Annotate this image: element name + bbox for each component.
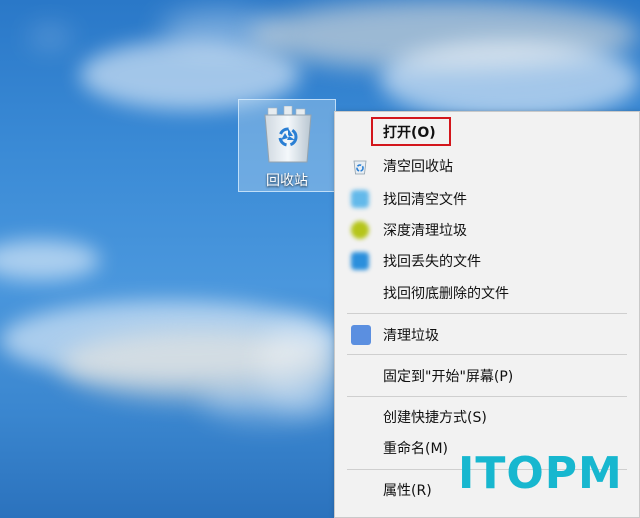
recycle-small-icon <box>353 160 367 175</box>
recycle-bin-label: 回收站 <box>266 173 308 189</box>
menu-item-recover-emptied-files[interactable]: 找回清空文件 <box>337 185 637 213</box>
menu-item-label: 打开(O) <box>383 125 436 141</box>
cloud <box>30 30 70 44</box>
menu-item-pin-to-start[interactable]: 固定到"开始"屏幕(P) <box>337 362 637 390</box>
menu-item-label: 深度清理垃圾 <box>383 223 467 239</box>
recycle-bin-desktop-icon[interactable]: 回收站 <box>238 99 336 192</box>
menu-item-label: 找回清空文件 <box>383 192 467 208</box>
menu-item-clean-junk[interactable]: 清理垃圾 <box>337 321 637 349</box>
menu-separator <box>347 313 627 314</box>
menu-item-recover-lost-files[interactable]: 找回丢失的文件 <box>337 247 637 275</box>
menu-item-deep-clean[interactable]: 深度清理垃圾 <box>337 216 637 244</box>
cloud <box>380 40 640 120</box>
cloud <box>0 240 100 280</box>
menu-item-open[interactable]: 打开(O) <box>337 118 637 146</box>
menu-separator <box>347 354 627 355</box>
menu-separator <box>347 396 627 397</box>
menu-item-create-shortcut[interactable]: 创建快捷方式(S) <box>337 403 637 431</box>
menu-item-label: 属性(R) <box>383 483 432 499</box>
app-blurred-icon <box>351 190 369 208</box>
app-blurred-icon <box>351 252 369 270</box>
menu-item-label: 固定到"开始"屏幕(P) <box>383 369 514 385</box>
cloud <box>260 320 340 410</box>
menu-item-label: 重命名(M) <box>383 441 449 457</box>
menu-item-label: 清理垃圾 <box>383 328 439 344</box>
menu-item-recover-deleted-files[interactable]: 找回彻底删除的文件 <box>337 279 637 307</box>
menu-item-empty-recycle-bin[interactable]: 清空回收站 <box>337 152 637 180</box>
app-blurred-icon <box>351 325 371 345</box>
app-blurred-icon <box>351 221 369 239</box>
menu-item-label: 找回丢失的文件 <box>383 254 481 270</box>
desktop[interactable]: 回收站 打开(O) 清空回收站 找回清空文件 深度清理垃圾 找回丢失的文件 找回… <box>0 0 640 518</box>
recycle-bin-icon <box>264 106 312 163</box>
watermark-logo: ITOPM <box>458 448 623 499</box>
menu-item-label: 创建快捷方式(S) <box>383 410 487 426</box>
menu-item-label: 清空回收站 <box>383 159 453 175</box>
menu-item-label: 找回彻底删除的文件 <box>383 286 509 302</box>
